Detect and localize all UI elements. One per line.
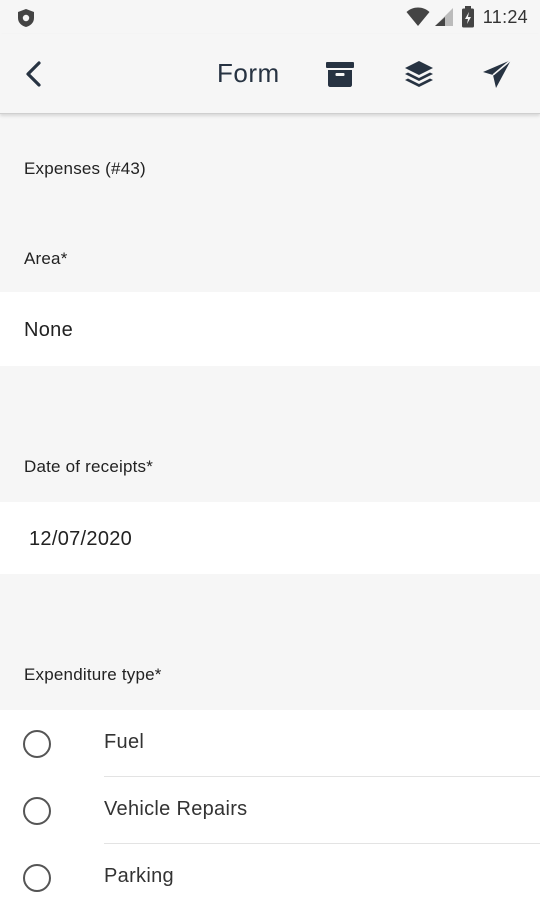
date-of-receipts-field[interactable]: 12/07/2020: [0, 502, 540, 574]
radio-button[interactable]: [23, 797, 51, 825]
signal-icon: [434, 8, 453, 26]
option-label: Fuel: [104, 731, 145, 753]
send-button[interactable]: [477, 54, 517, 94]
status-bar: 11:24: [0, 0, 540, 34]
date-of-receipts-value: 12/07/2020: [29, 528, 133, 550]
battery-icon: [461, 6, 474, 28]
option-label: Parking: [104, 865, 174, 887]
form-heading: Expenses (#43): [24, 159, 146, 178]
area-value: None: [24, 319, 74, 341]
back-button[interactable]: [14, 54, 54, 94]
send-icon: [483, 59, 512, 88]
app-bar: Form: [0, 34, 540, 114]
layers-icon: [405, 61, 433, 87]
area-field[interactable]: None: [0, 292, 540, 366]
radio-button[interactable]: [23, 864, 51, 892]
archive-button[interactable]: [320, 54, 360, 94]
status-time: 11:24: [482, 6, 528, 27]
page-title: Form: [217, 58, 280, 88]
wifi-icon: [406, 7, 430, 26]
shield-icon: [18, 9, 34, 27]
layers-button[interactable]: [399, 54, 439, 94]
option-vehicle-repairs[interactable]: Vehicle Repairs: [0, 777, 540, 844]
option-label: Vehicle Repairs: [104, 798, 248, 820]
area-label: Area*: [24, 249, 68, 268]
radio-button[interactable]: [23, 730, 51, 758]
back-arrow-icon: [26, 61, 41, 87]
option-parking[interactable]: Parking: [0, 844, 540, 900]
date-of-receipts-label: Date of receipts*: [24, 457, 154, 476]
expenditure-type-label: Expenditure type*: [24, 665, 162, 684]
archive-icon: [326, 62, 354, 87]
option-fuel[interactable]: Fuel: [0, 710, 540, 777]
